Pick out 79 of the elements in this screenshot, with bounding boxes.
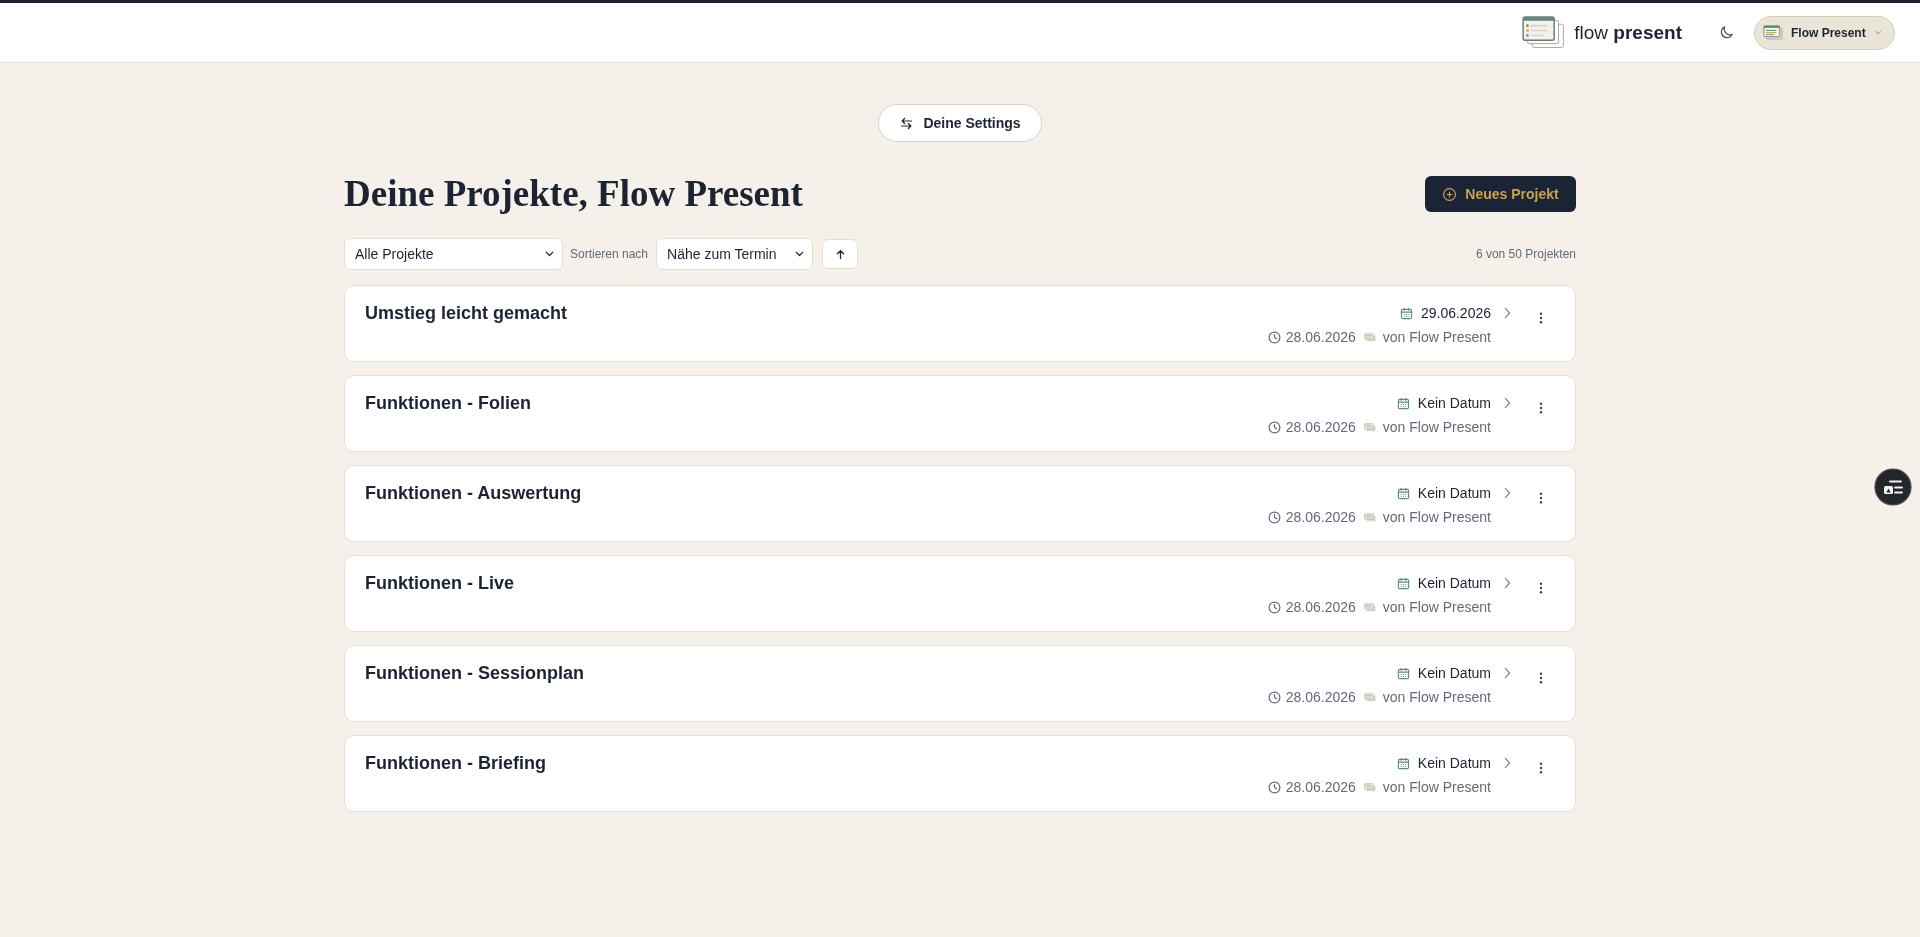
project-title: Funktionen - Folien — [365, 392, 531, 414]
due-date: Kein Datum — [1417, 575, 1491, 591]
more-options-icon[interactable] — [1539, 582, 1543, 594]
project-card[interactable]: Funktionen - Briefing Kein Datum 28.06.2026 von Flow Present — [344, 735, 1576, 812]
chevron-right-icon — [1504, 487, 1511, 499]
chevron-down-icon — [545, 251, 554, 257]
plus-circle-icon — [1442, 186, 1458, 202]
chevron-right-icon — [1504, 397, 1511, 409]
created-date: 28.06.2026 — [1285, 599, 1356, 615]
calendar-icon — [1396, 666, 1410, 680]
created-date: 28.06.2026 — [1285, 509, 1356, 525]
project-card[interactable]: Funktionen - Live Kein Datum 28.06.2026 von Flow Present — [344, 555, 1576, 632]
swap-arrows-icon — [899, 115, 915, 131]
owner-name: von Flow Present — [1382, 779, 1491, 795]
clock-icon — [1267, 780, 1281, 794]
chevron-right-icon — [1504, 577, 1511, 589]
more-options-icon[interactable] — [1539, 312, 1543, 324]
chevron-right-icon — [1504, 667, 1511, 679]
sort-label: Sortieren nach — [570, 247, 649, 261]
moon-icon[interactable] — [1718, 24, 1735, 41]
project-title: Funktionen - Briefing — [365, 752, 546, 774]
arrow-up-icon — [834, 248, 846, 260]
clock-icon — [1267, 510, 1281, 524]
stacked-slides-icon — [1363, 692, 1376, 702]
project-title: Funktionen - Auswertung — [365, 482, 582, 504]
clock-icon — [1267, 690, 1281, 704]
project-card[interactable]: Funktionen - Folien Kein Datum 28.06.2026 von Flow Present — [344, 375, 1576, 452]
new-project-button[interactable]: Neues Projekt — [1425, 176, 1576, 212]
stacked-slides-icon[interactable] — [1522, 16, 1566, 49]
more-options-icon[interactable] — [1539, 672, 1543, 684]
more-options-icon[interactable] — [1539, 492, 1543, 504]
project-title: Funktionen - Live — [365, 572, 514, 594]
due-date: Kein Datum — [1417, 665, 1491, 681]
chevron-right-icon — [1504, 307, 1511, 319]
stacked-slides-icon — [1363, 602, 1376, 612]
project-card[interactable]: Umstieg leicht gemacht 29.06.2026 28.06.2026 von Flow Present — [344, 285, 1576, 362]
project-count: 6 von 50 Projekten — [1475, 247, 1576, 261]
stacked-slides-icon — [1363, 782, 1376, 792]
caret-icon — [1874, 30, 1882, 35]
clock-icon — [1267, 600, 1281, 614]
brand-name: flow present — [1574, 21, 1682, 44]
calendar-icon — [1396, 576, 1410, 590]
settings-button[interactable]: Deine Settings — [878, 104, 1042, 142]
chevron-right-icon — [1504, 757, 1511, 769]
due-date: 29.06.2026 — [1420, 305, 1491, 321]
project-card[interactable]: Funktionen - Sessionplan Kein Datum 28.06.2026 von Flow Present — [344, 645, 1576, 722]
due-date: Kein Datum — [1417, 485, 1491, 501]
clock-icon — [1267, 420, 1281, 434]
project-title: Umstieg leicht gemacht — [365, 302, 568, 324]
project-filter-select[interactable]: Alle Projekte — [344, 238, 563, 270]
created-date: 28.06.2026 — [1285, 329, 1356, 345]
calendar-icon — [1396, 756, 1410, 770]
clock-icon — [1267, 330, 1281, 344]
created-date: 28.06.2026 — [1285, 779, 1356, 795]
owner-name: von Flow Present — [1382, 599, 1491, 615]
stacked-slides-icon — [1763, 25, 1783, 40]
page-title: Deine Projekte, Flow Present — [344, 173, 803, 215]
user-menu-button[interactable]: Flow Present — [1754, 15, 1895, 50]
owner-name: von Flow Present — [1382, 419, 1491, 435]
more-options-icon[interactable] — [1539, 762, 1543, 774]
created-date: 28.06.2026 — [1285, 419, 1356, 435]
project-title: Funktionen - Sessionplan — [365, 662, 584, 684]
stacked-slides-icon — [1363, 332, 1376, 342]
checklist-icon[interactable] — [1874, 468, 1912, 506]
sort-select[interactable]: Nähe zum Termin — [656, 238, 814, 270]
due-date: Kein Datum — [1417, 395, 1491, 411]
owner-name: von Flow Present — [1382, 509, 1491, 525]
calendar-icon — [1399, 306, 1413, 320]
owner-name: von Flow Present — [1382, 689, 1491, 705]
stacked-slides-icon — [1363, 512, 1376, 522]
more-options-icon[interactable] — [1539, 402, 1543, 414]
created-date: 28.06.2026 — [1285, 689, 1356, 705]
chevron-down-icon — [795, 251, 805, 257]
project-card[interactable]: Funktionen - Auswertung Kein Datum 28.06.2026 von Flow Present — [344, 465, 1576, 542]
calendar-icon — [1396, 486, 1410, 500]
stacked-slides-icon — [1363, 422, 1376, 432]
calendar-icon — [1396, 396, 1410, 410]
due-date: Kein Datum — [1417, 755, 1491, 771]
owner-name: von Flow Present — [1382, 329, 1491, 345]
